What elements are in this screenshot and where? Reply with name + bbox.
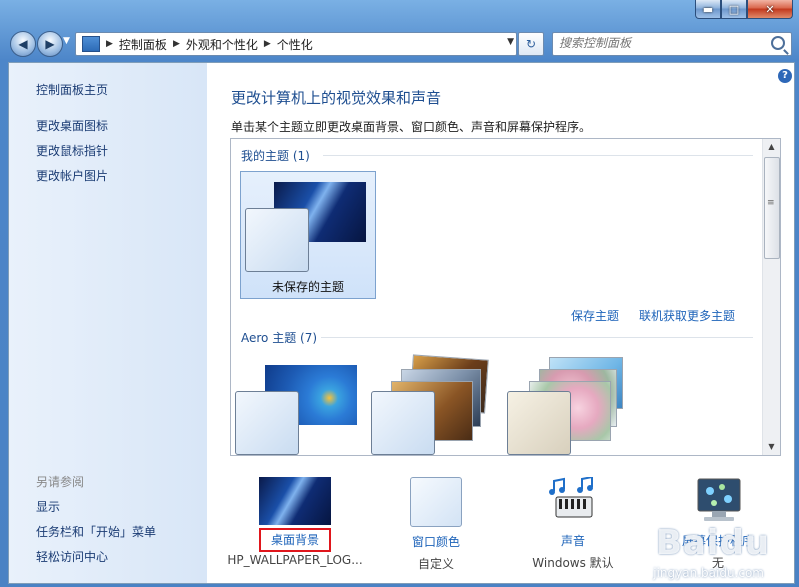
theme-color-swatch <box>235 391 299 455</box>
theme-color-swatch <box>245 208 309 272</box>
back-arrow-icon: ◀ <box>18 37 28 51</box>
close-icon: ✕ <box>765 2 775 16</box>
page-description: 单击某个主题立即更改桌面背景、窗口颜色、声音和屏幕保护程序。 <box>231 120 592 134</box>
window-color-option[interactable]: 窗口颜色 自定义 <box>391 477 481 572</box>
theme-color-swatch <box>371 391 435 455</box>
forward-button[interactable]: ▶ <box>37 31 63 57</box>
content-area: 控制面板主页 更改桌面图标 更改鼠标指针 更改帐户图片 另请参阅 显示 任务栏和… <box>8 62 795 584</box>
desktop-background-option[interactable]: 桌面背景 HP_WALLPAPER_LOG... <box>225 477 365 567</box>
minimize-icon: ▬ <box>702 2 714 16</box>
aero-themes-heading: Aero 主题 (7) <box>241 331 318 345</box>
minimize-button[interactable]: ▬ <box>695 0 721 19</box>
sounds-option[interactable]: 声音 Windows 默认 <box>523 475 623 571</box>
scroll-down-icon[interactable]: ▼ <box>763 439 780 455</box>
chevron-right-icon[interactable]: ▶ <box>106 39 113 49</box>
address-dropdown-icon[interactable]: ▼ <box>507 37 514 47</box>
close-button[interactable]: ✕ <box>747 0 793 19</box>
theme-list: 我的主题 (1) 未保存的主题 保存主题 联机获取更多主题 Aero 主题 (7… <box>230 138 781 456</box>
window-color-label[interactable]: 窗口颜色 <box>391 533 481 550</box>
highlight-box <box>259 528 331 552</box>
window-color-value: 自定义 <box>417 557 454 571</box>
chevron-right-icon[interactable]: ▶ <box>264 39 271 49</box>
maximize-icon: □ <box>728 2 740 16</box>
sidebar-link-home[interactable]: 控制面板主页 <box>36 81 108 98</box>
sound-icon <box>549 475 593 518</box>
unsaved-theme-tile[interactable]: 未保存的主题 <box>240 171 376 299</box>
theme-list-scrollbar[interactable]: ▲ ▼ <box>762 139 780 455</box>
sidebar-link-mouse-pointers[interactable]: 更改鼠标指针 <box>36 142 108 159</box>
theme-color-swatch <box>507 391 571 455</box>
search-box[interactable] <box>552 32 792 56</box>
navigation-bar: ◀ ▶ ▼ ▶ 控制面板 ▶ 外观和个性化 ▶ 个性化 ▼ ↻ <box>0 26 799 62</box>
sidebar-link-ease-of-access[interactable]: 轻松访问中心 <box>36 548 108 565</box>
my-themes-heading: 我的主题 (1) <box>241 149 310 163</box>
get-more-themes-link[interactable]: 联机获取更多主题 <box>639 307 735 324</box>
breadcrumb-control-panel[interactable]: 控制面板 <box>119 36 167 53</box>
maximize-button[interactable]: □ <box>721 0 747 19</box>
sidebar-link-account-picture[interactable]: 更改帐户图片 <box>36 167 108 184</box>
control-panel-icon <box>82 36 100 52</box>
scroll-thumb[interactable] <box>764 157 780 259</box>
breadcrumb-appearance[interactable]: 外观和个性化 <box>186 36 258 53</box>
main-panel: ? 更改计算机上的视觉效果和声音 单击某个主题立即更改桌面背景、窗口颜色、声音和… <box>207 63 794 583</box>
address-bar[interactable]: ▶ 控制面板 ▶ 外观和个性化 ▶ 个性化 ▼ <box>75 32 517 56</box>
help-icon[interactable]: ? <box>778 69 792 83</box>
window-color-icon <box>410 477 462 527</box>
chevron-right-icon[interactable]: ▶ <box>173 39 180 49</box>
see-also-heading: 另请参阅 <box>36 475 85 489</box>
scroll-up-icon[interactable]: ▲ <box>763 139 780 155</box>
sidebar-link-taskbar[interactable]: 任务栏和「开始」菜单 <box>36 523 156 540</box>
forward-arrow-icon: ▶ <box>45 37 55 51</box>
caption-buttons: ▬ □ ✕ <box>695 0 793 19</box>
recent-pages-dropdown[interactable]: ▼ <box>63 36 73 50</box>
save-theme-link[interactable]: 保存主题 <box>571 307 619 324</box>
desktop-background-value: HP_WALLPAPER_LOG... <box>227 553 363 567</box>
page-title: 更改计算机上的视觉效果和声音 <box>231 89 442 107</box>
sidebar: 控制面板主页 更改桌面图标 更改鼠标指针 更改帐户图片 另请参阅 显示 任务栏和… <box>9 63 207 583</box>
refresh-button[interactable]: ↻ <box>518 32 544 56</box>
breadcrumb-personalization[interactable]: 个性化 <box>277 36 313 53</box>
sidebar-link-desktop-icons[interactable]: 更改桌面图标 <box>36 117 108 134</box>
group-divider <box>323 155 753 156</box>
window: ▬ □ ✕ ◀ ▶ ▼ ▶ 控制面板 ▶ 外观和个性化 ▶ 个性化 ▼ ↻ 控制… <box>0 0 799 587</box>
group-divider <box>321 337 753 338</box>
aero-theme-flowers[interactable] <box>507 351 637 455</box>
aero-theme-architecture[interactable] <box>371 351 501 455</box>
back-button[interactable]: ◀ <box>10 31 36 57</box>
desktop-background-thumbnail <box>259 477 331 525</box>
sounds-label[interactable]: 声音 <box>523 532 623 549</box>
aero-theme-windows7[interactable] <box>235 357 365 455</box>
screen-saver-icon <box>697 478 741 521</box>
watermark-url: jingyan.baidu.com <box>653 566 764 580</box>
search-icon[interactable] <box>771 36 785 50</box>
sidebar-link-display[interactable]: 显示 <box>36 498 60 515</box>
search-input[interactable] <box>553 33 765 53</box>
theme-label: 未保存的主题 <box>271 280 344 294</box>
refresh-icon: ↻ <box>525 37 537 51</box>
sounds-value: Windows 默认 <box>532 556 614 570</box>
watermark-logo: Baidu <box>655 523 770 563</box>
